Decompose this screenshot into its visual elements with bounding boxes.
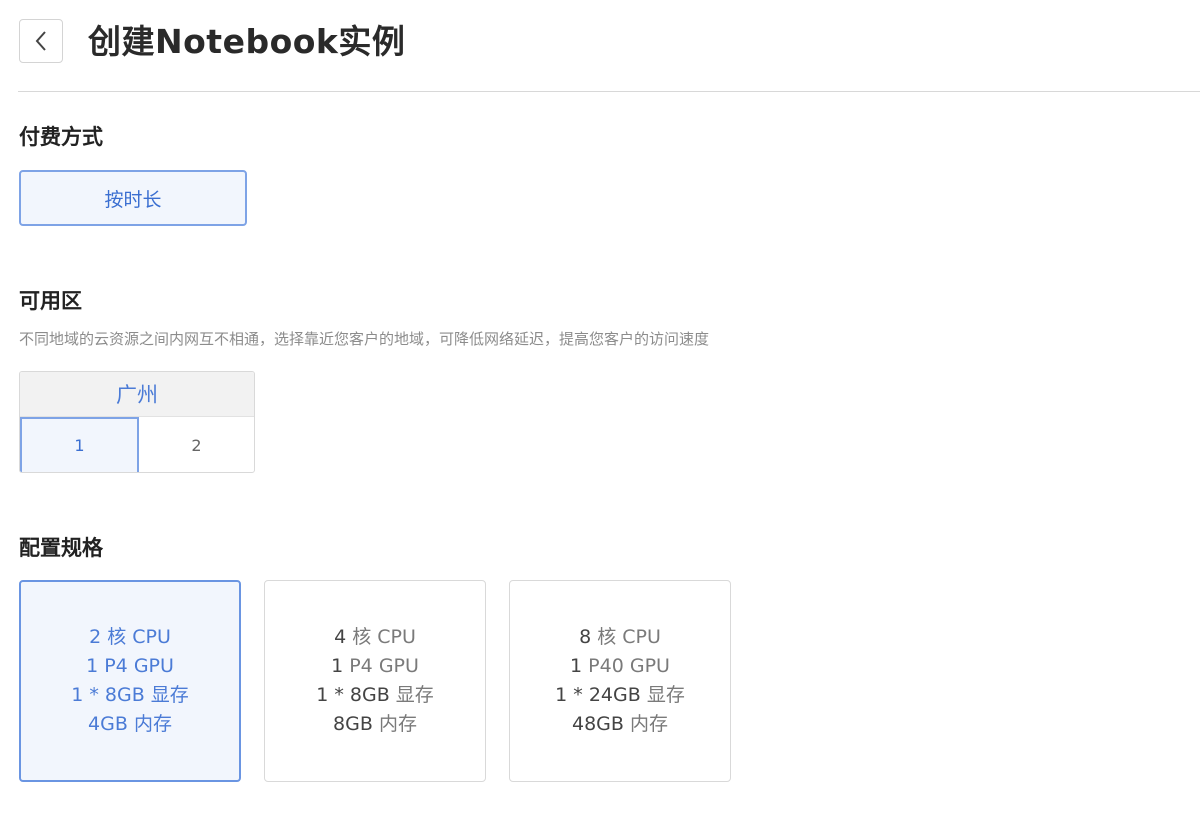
spec-cpu-unit: 核 CPU	[346, 626, 416, 648]
spec-cpu-unit: 核 CPU	[591, 626, 661, 648]
spec-vram-num: 1 * 8GB	[71, 684, 145, 706]
spec-cpu: 4 核 CPU	[334, 623, 416, 652]
spec-memory: 4GB 内存	[88, 710, 172, 739]
spec-cpu-unit: 核 CPU	[101, 626, 171, 648]
spec-vram: 1 * 24GB 显存	[555, 681, 685, 710]
spec-mem-unit: 内存	[127, 713, 172, 735]
spec-vram: 1 * 8GB 显存	[316, 681, 434, 710]
spec-gpu-num: 1	[86, 655, 99, 677]
spec-memory: 48GB 内存	[572, 710, 668, 739]
pay-option-label: 按时长	[104, 188, 162, 211]
zone-option-1[interactable]: 1	[20, 417, 139, 472]
header-divider	[18, 91, 1200, 92]
spec-gpu: 1 P4 GPU	[331, 652, 419, 681]
spec-gpu-unit: P4 GPU	[98, 655, 174, 677]
spec-vram: 1 * 8GB 显存	[71, 681, 189, 710]
spec-gpu-unit: P40 GPU	[582, 655, 670, 677]
zone-option-label: 2	[191, 436, 202, 455]
spec-cpu: 8 核 CPU	[579, 623, 661, 652]
spec-vram-unit: 显存	[389, 684, 434, 706]
spec-mem-unit: 内存	[623, 713, 668, 735]
spec-vram-num: 1 * 8GB	[316, 684, 390, 706]
spec-gpu-num: 1	[331, 655, 344, 677]
spec-vram-num: 1 * 24GB	[555, 684, 641, 706]
spec-mem-num: 8GB	[333, 713, 373, 735]
spec-gpu-unit: P4 GPU	[343, 655, 419, 677]
spec-cpu-num: 8	[579, 626, 592, 648]
spec-cpu: 2 核 CPU	[89, 623, 171, 652]
zone-hint: 不同地域的云资源之间内网互不相通，选择靠近您客户的地域，可降低网络延迟，提高您客…	[19, 330, 710, 348]
spec-gpu: 1 P4 GPU	[86, 652, 174, 681]
chevron-left-icon	[35, 31, 46, 51]
back-button[interactable]	[19, 19, 63, 63]
spec-cpu-num: 2	[89, 626, 102, 648]
spec-gpu: 1 P40 GPU	[570, 652, 670, 681]
page-header: 创建Notebook实例	[0, 0, 1200, 92]
pay-option-by-duration[interactable]: 按时长	[19, 170, 247, 226]
spec-card-8-core[interactable]: 8 核 CPU 1 P40 GPU 1 * 24GB 显存 48GB 内存	[509, 580, 731, 782]
payment-section-title: 付费方式	[19, 125, 103, 149]
zone-option-2[interactable]: 2	[139, 417, 254, 472]
spec-vram-unit: 显存	[640, 684, 685, 706]
zone-section-title: 可用区	[19, 289, 82, 313]
spec-mem-num: 4GB	[88, 713, 128, 735]
page-title: 创建Notebook实例	[88, 22, 406, 61]
spec-card-4-core[interactable]: 4 核 CPU 1 P4 GPU 1 * 8GB 显存 8GB 内存	[264, 580, 486, 782]
spec-mem-unit: 内存	[372, 713, 417, 735]
spec-mem-num: 48GB	[572, 713, 624, 735]
spec-section-title: 配置规格	[19, 536, 103, 560]
spec-card-2-core[interactable]: 2 核 CPU 1 P4 GPU 1 * 8GB 显存 4GB 内存	[19, 580, 241, 782]
spec-gpu-num: 1	[570, 655, 583, 677]
zone-options: 1 2	[20, 417, 254, 472]
spec-cpu-num: 4	[334, 626, 347, 648]
spec-memory: 8GB 内存	[333, 710, 417, 739]
region-label: 广州	[20, 372, 254, 417]
zone-selector: 广州 1 2	[19, 371, 255, 473]
zone-option-label: 1	[74, 436, 85, 455]
spec-vram-unit: 显存	[144, 684, 189, 706]
